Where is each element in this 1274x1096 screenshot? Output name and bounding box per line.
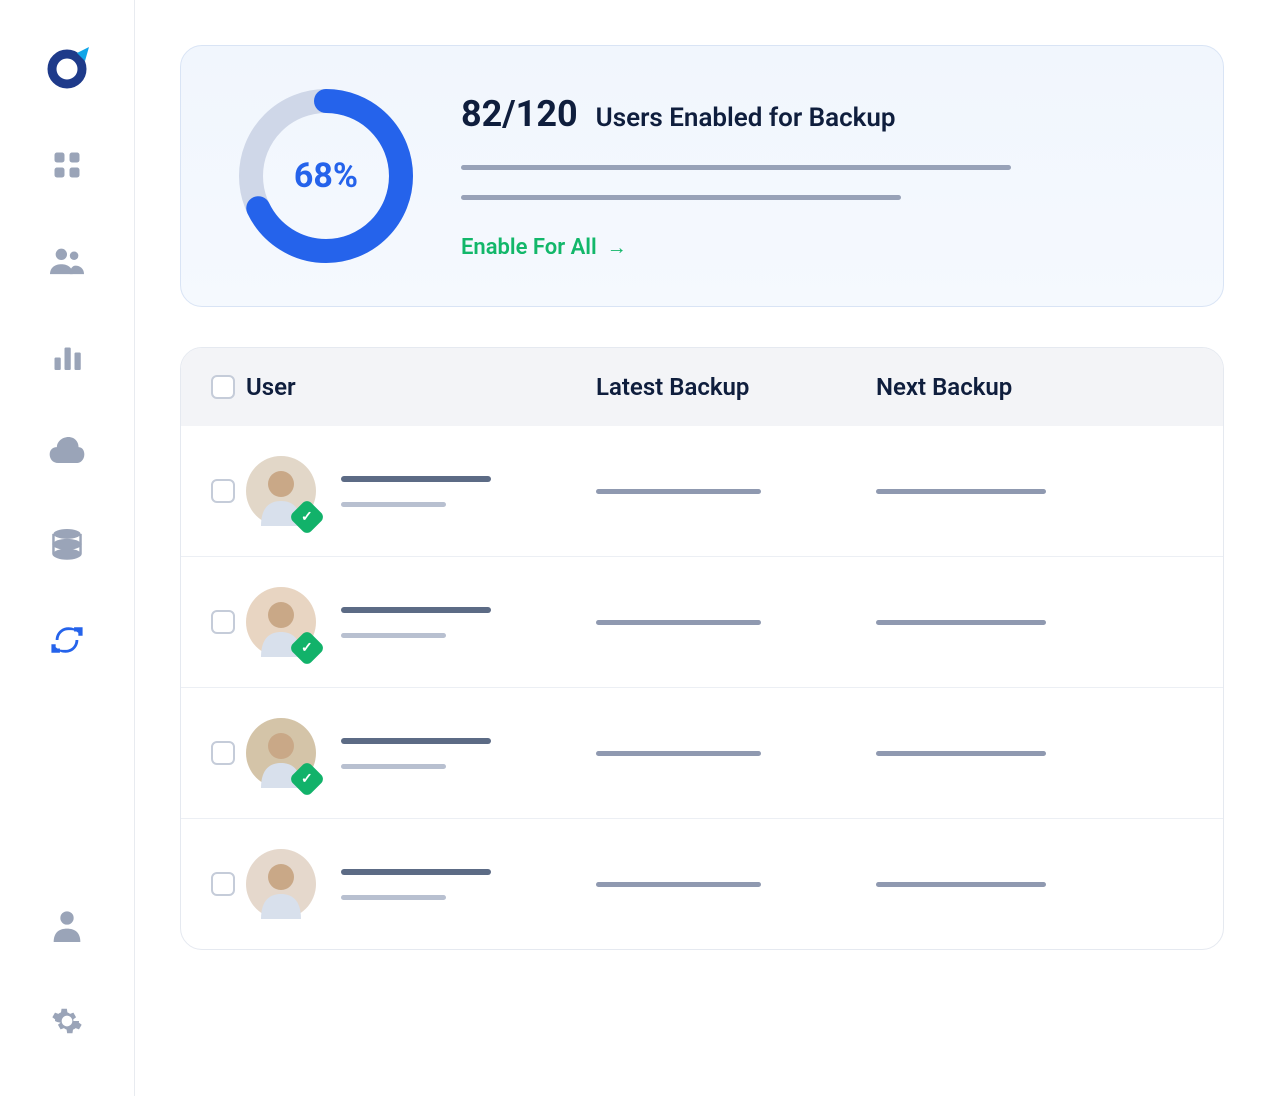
bar-chart-icon — [52, 340, 82, 370]
person-icon — [53, 910, 81, 942]
placeholder-line — [596, 489, 761, 494]
row-checkbox[interactable] — [211, 741, 235, 765]
sidebar — [0, 0, 135, 1096]
summary-fraction: 82/120 — [461, 93, 578, 135]
table-row: ✓ — [181, 426, 1223, 556]
nav-dashboard[interactable] — [47, 145, 87, 185]
avatar: ✓ — [246, 718, 316, 788]
main-content: 68% 82/120 Users Enabled for Backup Enab… — [135, 0, 1274, 1096]
table-header: User Latest Backup Next Backup — [181, 348, 1223, 426]
placeholder-line — [876, 882, 1046, 887]
row-checkbox[interactable] — [211, 610, 235, 634]
placeholder-line — [596, 882, 761, 887]
placeholder-line — [341, 738, 491, 744]
user-cell: ✓ — [246, 587, 596, 657]
arrow-right-icon: → — [607, 235, 627, 260]
nav-database[interactable] — [47, 525, 87, 565]
user-cell: ✓ — [246, 456, 596, 526]
cloud-icon — [49, 437, 85, 463]
app-logo — [45, 45, 90, 90]
placeholder-line — [341, 895, 446, 900]
grid-icon — [52, 150, 82, 180]
summary-info: 82/120 Users Enabled for Backup Enable F… — [461, 93, 1168, 260]
placeholder-line — [341, 869, 491, 875]
placeholder-line — [341, 764, 446, 769]
user-cell — [246, 849, 596, 919]
row-checkbox[interactable] — [211, 479, 235, 503]
row-checkbox[interactable] — [211, 872, 235, 896]
placeholder-line — [461, 195, 901, 200]
avatar: ✓ — [246, 587, 316, 657]
table-body: ✓ ✓ ✓ — [181, 426, 1223, 949]
users-icon — [50, 245, 84, 275]
placeholder-line — [341, 476, 491, 482]
nav-cloud[interactable] — [47, 430, 87, 470]
select-all-checkbox[interactable] — [211, 375, 235, 399]
table-row: ✓ — [181, 687, 1223, 818]
col-next-header[interactable]: Next Backup — [876, 373, 1193, 401]
placeholder-line — [596, 620, 761, 625]
nav-profile[interactable] — [47, 906, 87, 946]
placeholder-line — [341, 607, 491, 613]
nav-settings[interactable] — [47, 1001, 87, 1041]
enable-for-all-link[interactable]: Enable For All → — [461, 235, 627, 260]
col-latest-header[interactable]: Latest Backup — [596, 373, 876, 401]
summary-placeholder-lines — [461, 165, 1168, 200]
avatar: ✓ — [246, 456, 316, 526]
table-row — [181, 818, 1223, 949]
users-table: User Latest Backup Next Backup ✓ ✓ ✓ — [180, 347, 1224, 950]
placeholder-line — [876, 620, 1046, 625]
nav-users[interactable] — [47, 240, 87, 280]
placeholder-line — [341, 502, 446, 507]
progress-ring: 68% — [236, 86, 416, 266]
database-icon — [52, 529, 82, 561]
nav-analytics[interactable] — [47, 335, 87, 375]
placeholder-line — [341, 633, 446, 638]
enable-label: Enable For All — [461, 235, 597, 260]
nav-list — [47, 145, 87, 906]
avatar — [246, 849, 316, 919]
progress-percent: 68% — [294, 156, 358, 196]
user-cell: ✓ — [246, 718, 596, 788]
placeholder-line — [461, 165, 1011, 170]
table-row: ✓ — [181, 556, 1223, 687]
summary-label: Users Enabled for Backup — [596, 103, 896, 133]
summary-card: 68% 82/120 Users Enabled for Backup Enab… — [180, 45, 1224, 307]
placeholder-line — [876, 751, 1046, 756]
placeholder-line — [876, 489, 1046, 494]
sync-icon — [50, 623, 84, 657]
nav-bottom — [47, 906, 87, 1096]
nav-sync[interactable] — [47, 620, 87, 660]
gear-icon — [51, 1005, 83, 1037]
placeholder-line — [596, 751, 761, 756]
col-user-header[interactable]: User — [246, 373, 596, 401]
